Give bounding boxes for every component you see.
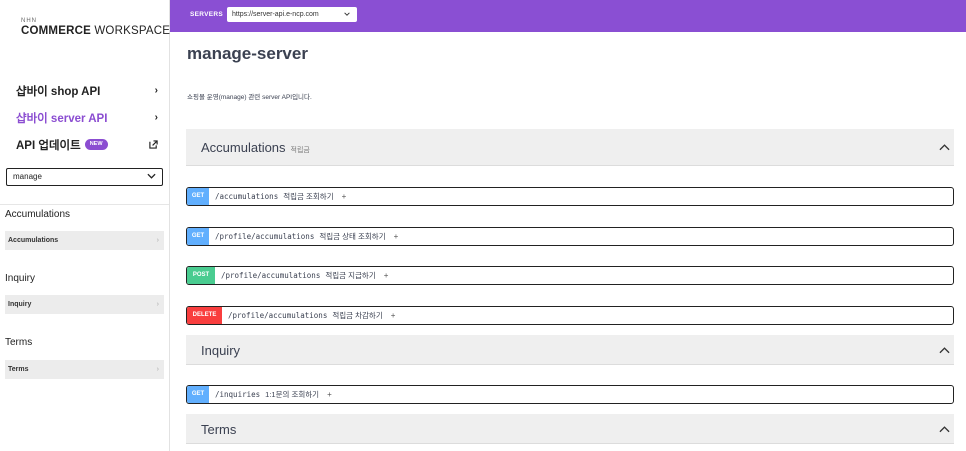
plus-icon: +: [390, 311, 396, 320]
nav-item-left: API 업데이트 NEW: [16, 137, 108, 153]
chevron-up-icon[interactable]: [939, 425, 950, 433]
sidebar-group-accumulations: Accumulations: [5, 209, 71, 220]
logo-suffix: WORKSPACE: [94, 25, 171, 37]
section-title: Accumulations 적립금: [201, 140, 310, 155]
sidebar-item-inquiry[interactable]: Inquiry ›: [5, 295, 164, 314]
chevron-down-icon: [344, 12, 350, 16]
sidebar-item-accumulations[interactable]: Accumulations ›: [5, 231, 164, 250]
sidebar-item-label: Accumulations: [8, 237, 59, 244]
section-title: Terms: [201, 422, 236, 437]
nav-item-server-api[interactable]: 샵바이 server API ›: [16, 104, 158, 131]
sidebar-group-terms: Terms: [5, 337, 33, 348]
section-title: Inquiry: [201, 343, 240, 358]
operation-summary: 1:1문의 조회하기: [265, 390, 320, 399]
operation-post-profile-accumulations[interactable]: POST /profile/accumulations 적립금 지급하기 +: [186, 266, 954, 285]
section-inquiry[interactable]: Inquiry: [186, 335, 954, 365]
page-title: manage-server: [187, 44, 308, 63]
operation-path: /inquiries: [215, 390, 261, 399]
operation-delete-profile-accumulations[interactable]: DELETE /profile/accumulations 적립금 차감하기 +: [186, 306, 954, 325]
sidebar: NHN COMMERCE WORKSPACE 샵바이 shop API › 샵바…: [0, 0, 170, 451]
section-description: 적립금: [290, 147, 310, 154]
nav-item-label: API 업데이트: [16, 139, 81, 152]
sidebar-item-label: Terms: [8, 366, 29, 373]
servers-bar: SERVERS https://server-api.e-ncp.com: [170, 0, 966, 32]
operation-get-accumulations[interactable]: GET /accumulations 적립금 조회하기 +: [186, 187, 954, 206]
method-badge: GET: [187, 188, 209, 205]
operation-path: /profile/accumulations: [228, 311, 328, 320]
section-name: Accumulations: [201, 140, 286, 155]
logo[interactable]: NHN COMMERCE WORKSPACE: [21, 18, 170, 38]
chevron-right-icon: ›: [156, 366, 159, 373]
sidebar-item-terms[interactable]: Terms ›: [5, 360, 164, 379]
section-name: Inquiry: [201, 343, 241, 358]
method-badge: POST: [187, 267, 215, 284]
nav-item-shop-api[interactable]: 샵바이 shop API ›: [16, 77, 158, 104]
operation-get-inquiries[interactable]: GET /inquiries 1:1문의 조회하기 +: [186, 385, 954, 404]
sidebar-nav: 샵바이 shop API › 샵바이 server API › API 업데이트…: [16, 77, 158, 158]
section-terms[interactable]: Terms: [186, 414, 954, 444]
server-select[interactable]: https://server-api.e-ncp.com: [227, 7, 357, 22]
operation-path: /profile/accumulations: [215, 232, 315, 241]
chevron-right-icon: ›: [156, 237, 159, 244]
select-value: manage: [13, 172, 42, 181]
logo-top-text: NHN: [21, 18, 37, 24]
nav-item-api-update[interactable]: API 업데이트 NEW: [16, 131, 158, 158]
operation-summary: 적립금 조회하기: [283, 192, 334, 201]
chevron-right-icon: ›: [154, 85, 158, 96]
method-badge: DELETE: [187, 307, 222, 324]
api-group-select[interactable]: manage: [6, 168, 163, 186]
sidebar-group-inquiry: Inquiry: [5, 273, 36, 284]
operation-summary: 적립금 차감하기: [332, 311, 383, 320]
sidebar-item-label: Inquiry: [8, 301, 32, 308]
plus-icon: +: [393, 232, 399, 241]
logo-main-text: COMMERCE WORKSPACE: [21, 25, 170, 38]
servers-label: SERVERS: [190, 11, 224, 18]
operation-get-profile-accumulations[interactable]: GET /profile/accumulations 적립금 상태 조회하기 +: [186, 227, 954, 246]
operation-path: /profile/accumulations: [221, 271, 321, 280]
external-link-icon: [149, 140, 158, 149]
new-badge: NEW: [84, 139, 108, 150]
chevron-right-icon: ›: [154, 112, 158, 123]
nav-item-label: 샵바이 server API: [16, 112, 108, 125]
plus-icon: +: [383, 271, 389, 280]
operation-path: /accumulations: [215, 192, 279, 201]
plus-icon: +: [341, 192, 347, 201]
chevron-right-icon: ›: [156, 301, 159, 308]
method-badge: GET: [187, 386, 209, 403]
chevron-down-icon: [147, 173, 156, 179]
server-select-value: https://server-api.e-ncp.com: [232, 11, 319, 18]
chevron-up-icon[interactable]: [939, 346, 950, 354]
logo-brand: COMMERCE: [21, 25, 91, 37]
method-badge: GET: [187, 228, 209, 245]
nav-item-label: 샵바이 shop API: [16, 85, 101, 98]
chevron-up-icon[interactable]: [939, 143, 950, 151]
operation-summary: 적립금 상태 조회하기: [319, 232, 386, 241]
sidebar-divider: [0, 204, 169, 205]
section-accumulations[interactable]: Accumulations 적립금: [186, 129, 954, 166]
operation-summary: 적립금 지급하기: [325, 271, 376, 280]
page-description: 쇼핑몰 운영(manage) 관련 server API입니다.: [187, 94, 312, 101]
section-name: Terms: [201, 422, 237, 437]
plus-icon: +: [327, 390, 332, 399]
